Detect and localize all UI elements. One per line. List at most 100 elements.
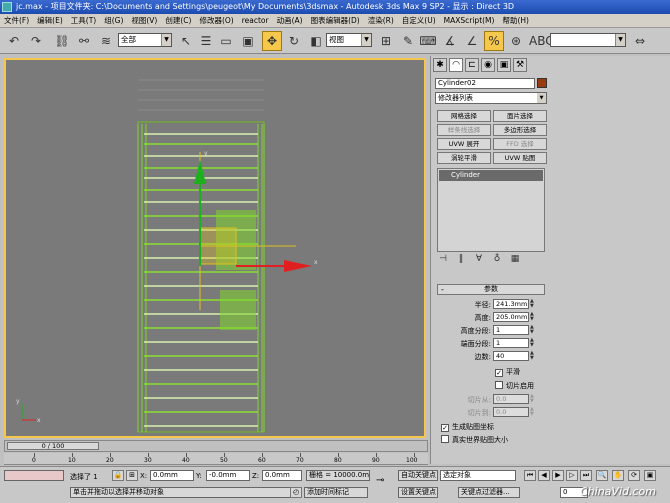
height-segments-spinner[interactable]: ▲ ▼ — [530, 325, 536, 335]
time-slider-thumb[interactable]: 0 / 100 — [7, 442, 99, 450]
track-bar[interactable]: 0 10 20 30 40 50 60 70 80 90 100 — [4, 453, 428, 465]
cap-segments-spinner[interactable]: ▲ ▼ — [530, 338, 536, 348]
menu-file[interactable]: 文件(F) — [0, 14, 33, 27]
menu-modifiers[interactable]: 修改器(O) — [195, 14, 237, 27]
unlink-icon[interactable]: ⚯ — [74, 31, 94, 51]
maximize-viewport-icon[interactable]: ▣ — [644, 470, 656, 481]
height-input[interactable]: 205.0mm — [493, 312, 529, 322]
orbit-icon[interactable]: ⟳ — [628, 470, 640, 481]
uvw-unwrap-button[interactable]: UVW 展开 — [437, 138, 491, 150]
y-coord-input[interactable]: -0.0mm — [206, 470, 250, 481]
zoom-icon[interactable]: 🔍 — [596, 470, 608, 481]
reference-coord-dropdown[interactable]: 视图 ▼ — [326, 33, 372, 47]
sides-input[interactable]: 40 — [493, 351, 529, 361]
menu-graph-editors[interactable]: 图表编辑器(D) — [307, 14, 364, 27]
menu-reactor[interactable]: reactor — [238, 14, 273, 27]
parameters-rollout-header[interactable]: - 参数 — [437, 284, 545, 295]
pivot-center-icon[interactable]: ⊞ — [376, 31, 396, 51]
maxscript-listener-field[interactable] — [4, 470, 64, 481]
time-slider[interactable]: 0 / 100 — [4, 440, 428, 452]
auto-key-button[interactable]: 自动关键点 — [398, 470, 438, 481]
angle-snap-icon[interactable]: ∠ — [462, 31, 482, 51]
menu-maxscript[interactable]: MAXScript(M) — [440, 14, 499, 27]
manipulate-icon[interactable]: ✎ — [398, 31, 418, 51]
play-icon[interactable]: ▶ — [552, 470, 564, 481]
window-crossing-icon[interactable]: ▣ — [238, 31, 258, 51]
show-end-result-icon[interactable]: ‖ — [455, 254, 467, 264]
z-coord-input[interactable]: 0.0mm — [262, 470, 302, 481]
menu-edit[interactable]: 编辑(E) — [33, 14, 67, 27]
cap-segments-input[interactable]: 1 — [493, 338, 529, 348]
radius-spinner[interactable]: ▲ ▼ — [530, 299, 536, 309]
spline-select-button[interactable]: 样条线选择 — [437, 124, 491, 136]
redo-icon[interactable]: ↷ — [26, 31, 46, 51]
select-move-icon[interactable]: ✥ — [262, 31, 282, 51]
selection-filter-dropdown[interactable]: 全部 ▼ — [118, 33, 172, 47]
menu-create[interactable]: 创建(C) — [161, 14, 195, 27]
uvw-map-button[interactable]: UVW 贴图 — [493, 152, 547, 164]
menu-customize[interactable]: 自定义(U) — [398, 14, 440, 27]
real-world-map-checkbox[interactable]: 真实世界贴图大小 — [441, 435, 508, 445]
object-name-input[interactable]: Cylinder02 — [435, 78, 535, 89]
mesh-select-button[interactable]: 网格选择 — [437, 110, 491, 122]
lock-selection-icon[interactable]: 🔒 — [112, 470, 124, 481]
sides-spinner[interactable]: ▲ ▼ — [530, 351, 536, 361]
modifier-stack[interactable]: Cylinder — [437, 168, 545, 252]
slice-to-input[interactable]: 0.0 — [493, 407, 529, 417]
bind-space-warp-icon[interactable]: ≋ — [96, 31, 116, 51]
percent-snap-icon[interactable]: % — [484, 31, 504, 51]
radius-input[interactable]: 241.3mm — [493, 299, 529, 309]
go-to-start-icon[interactable]: ⏮ — [524, 470, 536, 481]
menu-help[interactable]: 帮助(H) — [498, 14, 533, 27]
add-time-tag-button[interactable]: 添加时间标记 — [304, 487, 368, 498]
poly-select-button[interactable]: 多边形选择 — [493, 124, 547, 136]
utilities-tab-icon[interactable]: ⚒ — [513, 58, 527, 72]
edit-named-sel-icon[interactable]: ABC — [528, 31, 554, 51]
slice-to-spinner[interactable]: ▲ ▼ — [530, 407, 536, 417]
menu-tools[interactable]: 工具(T) — [67, 14, 100, 27]
rect-selection-icon[interactable]: ▭ — [216, 31, 236, 51]
time-tag-icon[interactable]: ◴ — [290, 487, 302, 498]
set-key-button[interactable]: 设置关键点 — [398, 487, 438, 498]
pan-icon[interactable]: ✋ — [612, 470, 624, 481]
ffd-select-button[interactable]: FFD 选择 — [493, 138, 547, 150]
select-rotate-icon[interactable]: ↻ — [284, 31, 304, 51]
display-tab-icon[interactable]: ▣ — [497, 58, 511, 72]
turbosmooth-button[interactable]: 涡轮平滑 — [437, 152, 491, 164]
object-color-swatch[interactable] — [537, 78, 547, 88]
key-filters-button[interactable]: 关键点过滤器... — [458, 487, 520, 498]
perspective-viewport[interactable]: y x y x — [4, 58, 426, 438]
menu-views[interactable]: 视图(V) — [127, 14, 161, 27]
previous-frame-icon[interactable]: ◀ — [538, 470, 550, 481]
slice-on-checkbox[interactable]: 切片启用 — [495, 381, 534, 391]
absolute-mode-icon[interactable]: ⊞ — [126, 470, 138, 481]
height-spinner[interactable]: ▲ ▼ — [530, 312, 536, 322]
go-to-end-icon[interactable]: ⏭ — [580, 470, 592, 481]
slice-from-input[interactable]: 0.0 — [493, 394, 529, 404]
modify-tab-icon[interactable]: ◠ — [449, 58, 463, 72]
select-object-icon[interactable]: ↖ — [176, 31, 196, 51]
menu-rendering[interactable]: 渲染(R) — [364, 14, 398, 27]
pin-stack-icon[interactable]: ⊣ — [437, 254, 449, 264]
snap-toggle-icon[interactable]: ∡ — [440, 31, 460, 51]
menu-animation[interactable]: 动画(A) — [273, 14, 307, 27]
remove-modifier-icon[interactable]: ♁ — [491, 254, 503, 264]
select-by-name-icon[interactable]: ☰ — [196, 31, 216, 51]
gen-map-coords-checkbox[interactable]: ✓ 生成贴图坐标 — [441, 422, 494, 432]
spinner-snap-icon[interactable]: ⊛ — [506, 31, 526, 51]
menu-group[interactable]: 组(G) — [100, 14, 127, 27]
mirror-icon[interactable]: ⇔ — [630, 31, 650, 51]
smooth-checkbox[interactable]: ✓ 平滑 — [495, 367, 520, 377]
selected-object-dropdown[interactable]: 选定对象 — [440, 470, 516, 481]
link-icon[interactable]: ⛓ — [52, 31, 72, 51]
slice-from-spinner[interactable]: ▲ ▼ — [530, 394, 536, 404]
stack-item-cylinder[interactable]: Cylinder — [439, 170, 543, 181]
undo-icon[interactable]: ↶ — [4, 31, 24, 51]
named-selection-dropdown[interactable]: ▼ — [550, 33, 626, 47]
modifier-list-dropdown[interactable]: 修改器列表 ▼ — [435, 92, 547, 104]
motion-tab-icon[interactable]: ◉ — [481, 58, 495, 72]
height-segments-input[interactable]: 1 — [493, 325, 529, 335]
make-unique-icon[interactable]: ∀ — [473, 254, 485, 264]
configure-sets-icon[interactable]: ▦ — [509, 254, 521, 264]
key-icon[interactable]: ⊸ — [376, 475, 384, 486]
